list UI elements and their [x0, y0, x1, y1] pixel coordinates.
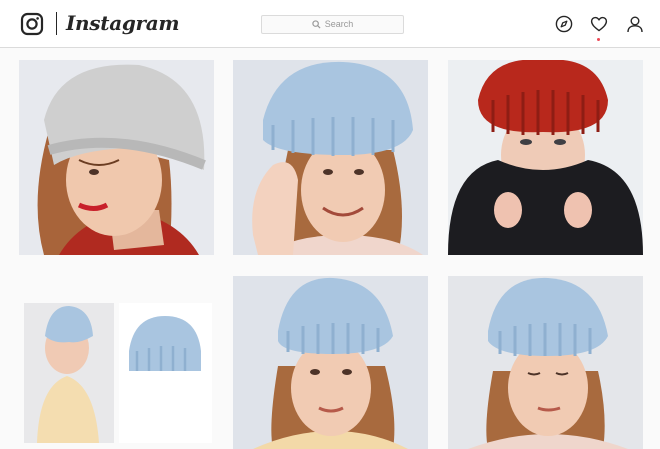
search-icon: [312, 20, 321, 29]
post-thumbnail-grey-beanie[interactable]: [19, 60, 214, 255]
instagram-wordmark[interactable]: Instagram: [66, 9, 180, 37]
notification-dot: [597, 38, 600, 41]
instagram-camera-icon[interactable]: [20, 12, 44, 36]
search-placeholder: Search: [324, 19, 354, 29]
post-thumbnail-blue-beanie-eyes-closed[interactable]: [448, 276, 643, 449]
post-thumbnail-collage[interactable]: [19, 276, 214, 449]
post-grid: [0, 48, 660, 449]
compass-icon[interactable]: [555, 15, 573, 33]
post-thumbnail-blue-beanie-smiling[interactable]: [233, 60, 428, 255]
post-image: [19, 276, 214, 449]
top-navigation-bar: Instagram Search: [0, 0, 660, 48]
search-input[interactable]: Search: [261, 15, 404, 34]
logo-divider: [56, 12, 57, 35]
post-image: [448, 60, 643, 255]
user-icon[interactable]: [626, 15, 644, 33]
post-thumbnail-red-beanie-fur[interactable]: [448, 60, 643, 255]
post-image: [233, 276, 428, 449]
heart-icon[interactable]: [590, 15, 608, 33]
post-thumbnail-blue-beanie-portrait[interactable]: [233, 276, 428, 449]
post-image: [19, 60, 214, 255]
post-image: [233, 60, 428, 255]
post-image: [448, 276, 643, 449]
